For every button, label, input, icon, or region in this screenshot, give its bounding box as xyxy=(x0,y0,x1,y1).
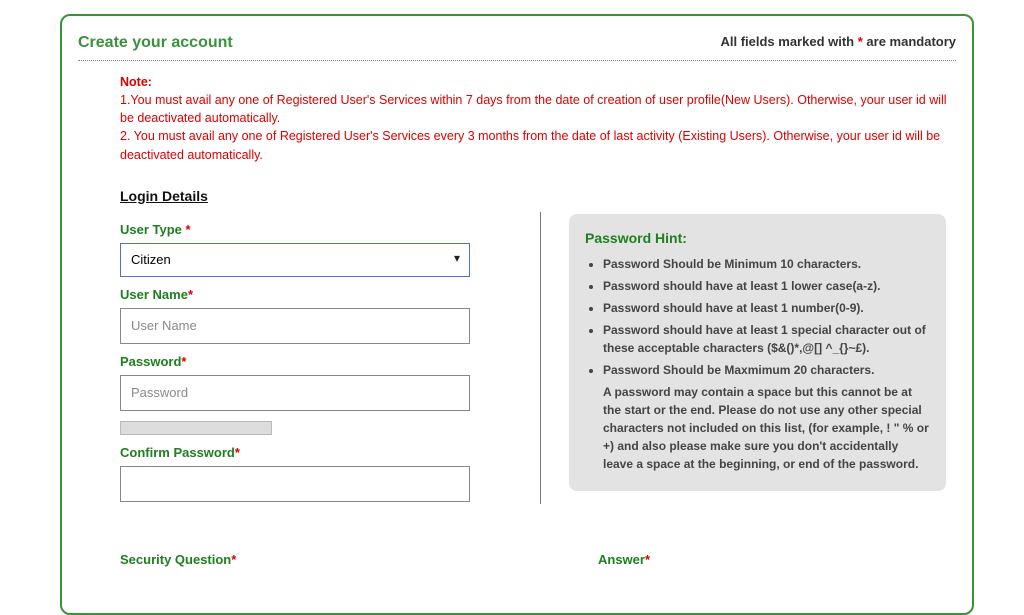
user-type-select[interactable]: Citizen xyxy=(120,243,470,277)
password-label: Password* xyxy=(120,354,510,369)
password-strength-bar xyxy=(120,421,272,435)
password-input[interactable] xyxy=(120,375,470,411)
hint-item: Password Should be Maxmimum 20 character… xyxy=(603,361,930,379)
user-type-label: User Type * xyxy=(120,222,510,237)
hint-item: Password should have at least 1 number(0… xyxy=(603,299,930,317)
page-title: Create your account xyxy=(78,34,233,52)
password-hint-title: Password Hint: xyxy=(585,228,930,249)
login-fields-column: User Type * Citizen User Name* Password*… xyxy=(120,212,540,504)
answer-label: Answer* xyxy=(598,552,946,567)
user-name-input[interactable] xyxy=(120,308,470,344)
hint-item: Password should have at least 1 special … xyxy=(603,321,930,357)
confirm-password-label: Confirm Password* xyxy=(120,445,510,460)
note-line-2: 2. You must avail any one of Registered … xyxy=(120,129,940,161)
note-heading: Note: xyxy=(120,75,152,89)
mandatory-note: All fields marked with * are mandatory xyxy=(720,34,956,49)
password-hint-list: Password Should be Minimum 10 characters… xyxy=(585,255,930,379)
security-question-label: Security Question* xyxy=(120,552,510,567)
divider xyxy=(78,60,956,61)
hint-item: Password Should be Minimum 10 characters… xyxy=(603,255,930,273)
login-details-heading: Login Details xyxy=(120,188,960,204)
hint-item: Password should have at least 1 lower ca… xyxy=(603,277,930,295)
user-name-label: User Name* xyxy=(120,287,510,302)
password-hint-extra: A password may contain a space but this … xyxy=(585,383,930,473)
note-block: Note: 1.You must avail any one of Regist… xyxy=(74,73,960,164)
account-form-panel: Create your account All fields marked wi… xyxy=(60,14,974,615)
password-hint-box: Password Hint: Password Should be Minimu… xyxy=(569,214,946,491)
note-line-1: 1.You must avail any one of Registered U… xyxy=(120,93,947,125)
confirm-password-input[interactable] xyxy=(120,466,470,502)
password-hint-column: Password Hint: Password Should be Minimu… xyxy=(541,212,946,504)
